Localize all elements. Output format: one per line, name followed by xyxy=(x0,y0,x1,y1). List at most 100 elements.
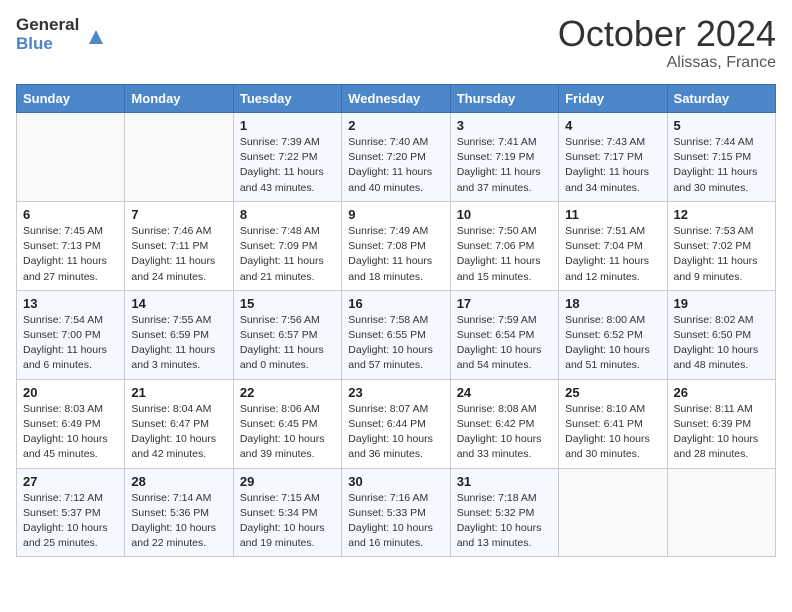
day-number: 24 xyxy=(457,385,552,400)
day-info: Sunrise: 7:15 AMSunset: 5:34 PMDaylight:… xyxy=(240,491,335,552)
day-of-week-header: Tuesday xyxy=(233,85,341,113)
calendar-cell: 25Sunrise: 8:10 AMSunset: 6:41 PMDayligh… xyxy=(559,379,667,468)
day-number: 25 xyxy=(565,385,660,400)
day-info: Sunrise: 7:56 AMSunset: 6:57 PMDaylight:… xyxy=(240,313,335,374)
calendar-week-row: 1 Sunrise: 7:39 AMSunset: 7:22 PMDaylight… xyxy=(17,113,776,202)
day-number: 31 xyxy=(457,474,552,489)
day-info: Sunrise: 7:14 AMSunset: 5:36 PMDaylight:… xyxy=(131,491,226,552)
day-info: Sunrise: 8:07 AMSunset: 6:44 PMDaylight:… xyxy=(348,402,443,463)
calendar-cell xyxy=(17,113,125,202)
calendar-cell xyxy=(125,113,233,202)
page-header: General Blue October 2024 Alissas, Franc… xyxy=(16,16,776,72)
calendar-cell: 1 Sunrise: 7:39 AMSunset: 7:22 PMDaylight… xyxy=(233,113,341,202)
calendar-cell: 14Sunrise: 7:55 AMSunset: 6:59 PMDayligh… xyxy=(125,290,233,379)
calendar-week-row: 6 Sunrise: 7:45 AMSunset: 7:13 PMDaylight… xyxy=(17,201,776,290)
location-title: Alissas, France xyxy=(558,54,776,72)
calendar-header-row: SundayMondayTuesdayWednesdayThursdayFrid… xyxy=(17,85,776,113)
calendar-cell: 19 Sunrise: 8:02 AMSunset: 6:50 PMDayligh… xyxy=(667,290,775,379)
day-number: 6 xyxy=(23,207,118,222)
day-number: 4 xyxy=(565,118,660,133)
calendar-cell: 31 Sunrise: 7:18 AMSunset: 5:32 PMDayligh… xyxy=(450,468,558,557)
calendar-cell: 15Sunrise: 7:56 AMSunset: 6:57 PMDayligh… xyxy=(233,290,341,379)
calendar-cell: 30 Sunrise: 7:16 AMSunset: 5:33 PMDayligh… xyxy=(342,468,450,557)
day-of-week-header: Friday xyxy=(559,85,667,113)
day-info: Sunrise: 7:58 AMSunset: 6:55 PMDaylight:… xyxy=(348,313,443,374)
day-number: 23 xyxy=(348,385,443,400)
calendar-week-row: 27 Sunrise: 7:12 AMSunset: 5:37 PMDayligh… xyxy=(17,468,776,557)
day-info: Sunrise: 7:12 AMSunset: 5:37 PMDaylight:… xyxy=(23,491,118,552)
day-info: Sunrise: 8:04 AMSunset: 6:47 PMDaylight:… xyxy=(131,402,226,463)
day-number: 8 xyxy=(240,207,335,222)
day-number: 9 xyxy=(348,207,443,222)
day-info: Sunrise: 8:00 AMSunset: 6:52 PMDaylight:… xyxy=(565,313,660,374)
calendar-cell: 27 Sunrise: 7:12 AMSunset: 5:37 PMDayligh… xyxy=(17,468,125,557)
calendar-cell: 20 Sunrise: 8:03 AMSunset: 6:49 PMDayligh… xyxy=(17,379,125,468)
calendar-cell: 17Sunrise: 7:59 AMSunset: 6:54 PMDayligh… xyxy=(450,290,558,379)
calendar-cell xyxy=(559,468,667,557)
day-number: 26 xyxy=(674,385,769,400)
day-number: 22 xyxy=(240,385,335,400)
month-title: October 2024 xyxy=(558,16,776,52)
calendar-cell: 13Sunrise: 7:54 AMSunset: 7:00 PMDayligh… xyxy=(17,290,125,379)
logo-general: General xyxy=(16,16,79,35)
calendar-cell: 22 Sunrise: 8:06 AMSunset: 6:45 PMDayligh… xyxy=(233,379,341,468)
calendar-cell: 9 Sunrise: 7:49 AMSunset: 7:08 PMDaylight… xyxy=(342,201,450,290)
calendar-cell: 6 Sunrise: 7:45 AMSunset: 7:13 PMDaylight… xyxy=(17,201,125,290)
day-number: 20 xyxy=(23,385,118,400)
day-of-week-header: Sunday xyxy=(17,85,125,113)
day-number: 12 xyxy=(674,207,769,222)
calendar-cell: 23 Sunrise: 8:07 AMSunset: 6:44 PMDayligh… xyxy=(342,379,450,468)
calendar-cell: 7Sunrise: 7:46 AMSunset: 7:11 PMDaylight… xyxy=(125,201,233,290)
day-number: 7 xyxy=(131,207,226,222)
logo: General Blue xyxy=(16,16,107,53)
day-number: 10 xyxy=(457,207,552,222)
calendar-cell: 8Sunrise: 7:48 AMSunset: 7:09 PMDaylight… xyxy=(233,201,341,290)
calendar-cell xyxy=(667,468,775,557)
day-info: Sunrise: 8:08 AMSunset: 6:42 PMDaylight:… xyxy=(457,402,552,463)
day-of-week-header: Saturday xyxy=(667,85,775,113)
day-of-week-header: Wednesday xyxy=(342,85,450,113)
day-info: Sunrise: 8:11 AMSunset: 6:39 PMDaylight:… xyxy=(674,402,769,463)
day-info: Sunrise: 7:39 AMSunset: 7:22 PMDaylight:… xyxy=(240,135,335,196)
calendar-week-row: 20 Sunrise: 8:03 AMSunset: 6:49 PMDayligh… xyxy=(17,379,776,468)
calendar-cell: 28 Sunrise: 7:14 AMSunset: 5:36 PMDayligh… xyxy=(125,468,233,557)
day-info: Sunrise: 7:50 AMSunset: 7:06 PMDaylight:… xyxy=(457,224,552,285)
day-info: Sunrise: 7:45 AMSunset: 7:13 PMDaylight:… xyxy=(23,224,118,285)
day-info: Sunrise: 8:06 AMSunset: 6:45 PMDaylight:… xyxy=(240,402,335,463)
title-block: October 2024 Alissas, France xyxy=(558,16,776,72)
day-info: Sunrise: 7:54 AMSunset: 7:00 PMDaylight:… xyxy=(23,313,118,374)
day-info: Sunrise: 7:40 AMSunset: 7:20 PMDaylight:… xyxy=(348,135,443,196)
calendar-cell: 2Sunrise: 7:40 AMSunset: 7:20 PMDaylight… xyxy=(342,113,450,202)
calendar-week-row: 13Sunrise: 7:54 AMSunset: 7:00 PMDayligh… xyxy=(17,290,776,379)
day-of-week-header: Thursday xyxy=(450,85,558,113)
day-number: 30 xyxy=(348,474,443,489)
day-number: 27 xyxy=(23,474,118,489)
day-info: Sunrise: 7:41 AMSunset: 7:19 PMDaylight:… xyxy=(457,135,552,196)
day-info: Sunrise: 7:53 AMSunset: 7:02 PMDaylight:… xyxy=(674,224,769,285)
calendar-cell: 3 Sunrise: 7:41 AMSunset: 7:19 PMDaylight… xyxy=(450,113,558,202)
day-number: 29 xyxy=(240,474,335,489)
day-info: Sunrise: 7:18 AMSunset: 5:32 PMDaylight:… xyxy=(457,491,552,552)
calendar-body: 1 Sunrise: 7:39 AMSunset: 7:22 PMDaylight… xyxy=(17,113,776,557)
calendar-cell: 29 Sunrise: 7:15 AMSunset: 5:34 PMDayligh… xyxy=(233,468,341,557)
calendar-cell: 12 Sunrise: 7:53 AMSunset: 7:02 PMDayligh… xyxy=(667,201,775,290)
day-number: 16 xyxy=(348,296,443,311)
day-number: 3 xyxy=(457,118,552,133)
day-info: Sunrise: 7:51 AMSunset: 7:04 PMDaylight:… xyxy=(565,224,660,285)
calendar-cell: 16 Sunrise: 7:58 AMSunset: 6:55 PMDayligh… xyxy=(342,290,450,379)
day-number: 1 xyxy=(240,118,335,133)
day-number: 21 xyxy=(131,385,226,400)
day-number: 19 xyxy=(674,296,769,311)
day-info: Sunrise: 7:16 AMSunset: 5:33 PMDaylight:… xyxy=(348,491,443,552)
calendar-table: SundayMondayTuesdayWednesdayThursdayFrid… xyxy=(16,84,776,557)
calendar-cell: 5Sunrise: 7:44 AMSunset: 7:15 PMDaylight… xyxy=(667,113,775,202)
day-info: Sunrise: 8:02 AMSunset: 6:50 PMDaylight:… xyxy=(674,313,769,374)
day-info: Sunrise: 8:03 AMSunset: 6:49 PMDaylight:… xyxy=(23,402,118,463)
day-info: Sunrise: 7:55 AMSunset: 6:59 PMDaylight:… xyxy=(131,313,226,374)
calendar-cell: 4Sunrise: 7:43 AMSunset: 7:17 PMDaylight… xyxy=(559,113,667,202)
day-number: 28 xyxy=(131,474,226,489)
day-of-week-header: Monday xyxy=(125,85,233,113)
calendar-cell: 26 Sunrise: 8:11 AMSunset: 6:39 PMDayligh… xyxy=(667,379,775,468)
day-number: 18 xyxy=(565,296,660,311)
day-info: Sunrise: 7:49 AMSunset: 7:08 PMDaylight:… xyxy=(348,224,443,285)
